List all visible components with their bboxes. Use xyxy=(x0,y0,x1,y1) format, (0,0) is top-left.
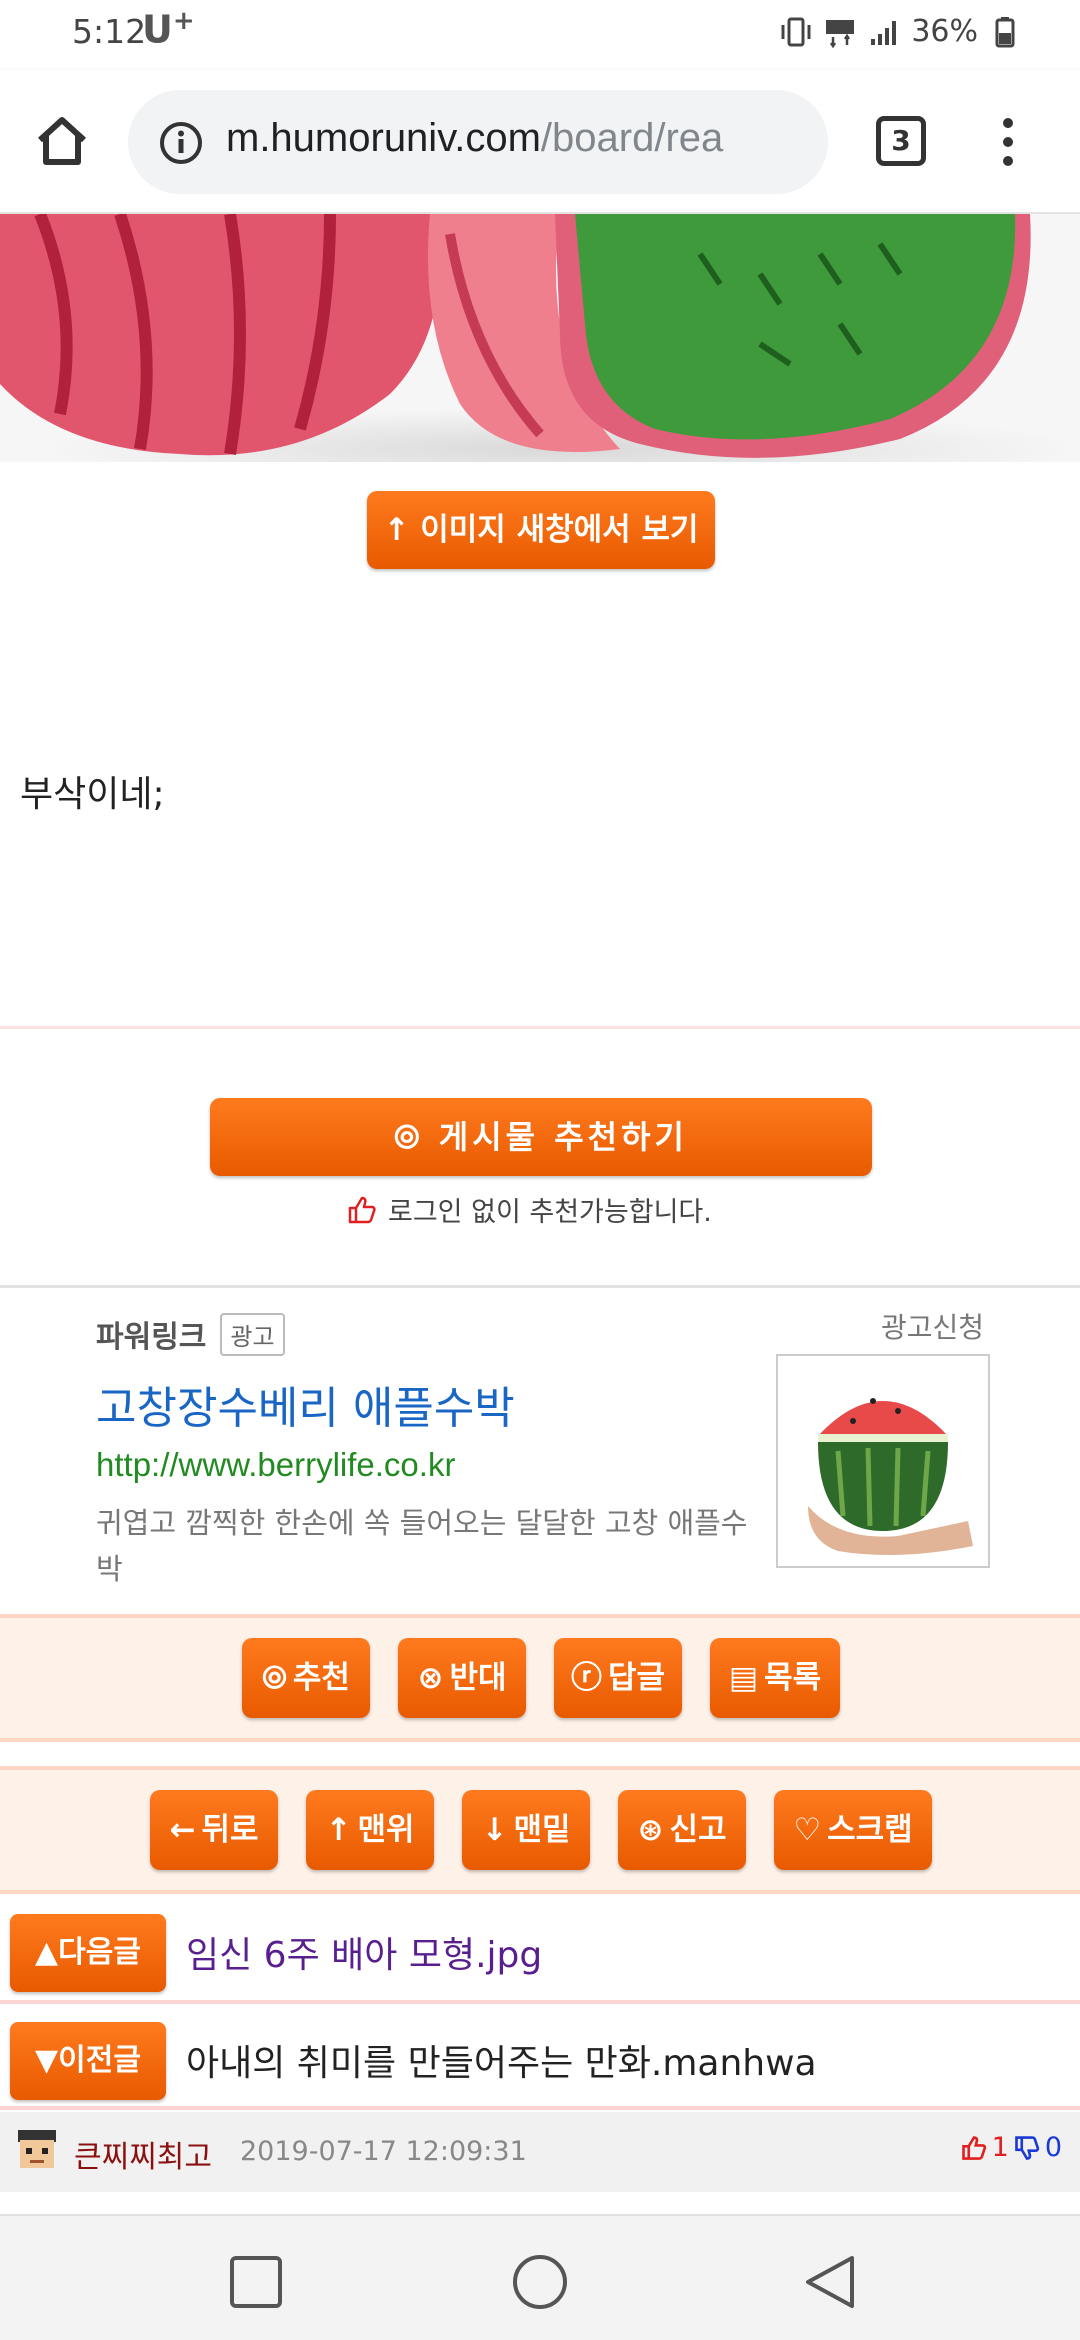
back-nav-icon[interactable] xyxy=(800,2252,860,2312)
ad-url-link[interactable]: http://www.berrylife.co.kr xyxy=(96,1446,455,1484)
thumbs-up-icon xyxy=(348,1196,376,1223)
recommend-button[interactable]: ⦾ 추천 xyxy=(242,1638,370,1718)
downvote-count: 0 xyxy=(1044,2132,1062,2163)
heart-icon: ♡ xyxy=(793,1812,822,1848)
scroll-bottom-button[interactable]: ↓ 맨밑 xyxy=(462,1790,590,1870)
status-icons: 36% xyxy=(779,14,1022,49)
lte-icon xyxy=(826,19,855,48)
navigation-action-bar: ← 뒤로 ↑ 맨위 ↓ 맨밑 ⊛ 신고 ♡ 스크랩 xyxy=(0,1766,1080,1894)
thumbs-down-icon[interactable] xyxy=(1013,2134,1041,2162)
ad-description: 귀엽고 깜찍한 한손에 쏙 들어오는 달달한 고창 애플수박 xyxy=(96,1506,748,1586)
home-icon[interactable] xyxy=(30,110,94,174)
signal-icon xyxy=(871,20,897,45)
comment-votes: 1 0 xyxy=(960,2132,1062,2163)
watermelon-hand-image xyxy=(808,1398,973,1555)
home-nav-icon[interactable] xyxy=(510,2252,570,2312)
recommend-circle-icon: ⦾ xyxy=(394,1118,439,1156)
recommend-note: 로그인 없이 추천가능합니다. xyxy=(346,1190,712,1229)
powerlink-label: 파워링크 광고 xyxy=(96,1312,285,1356)
avatar xyxy=(18,2130,56,2168)
back-button[interactable]: ← 뒤로 xyxy=(150,1790,278,1870)
vibrate-icon xyxy=(781,17,811,46)
post-body-text: 부삭이네; xyxy=(20,774,165,815)
list-button[interactable]: ▤ 목록 xyxy=(710,1638,840,1718)
reply-icon: ⓡ xyxy=(570,1660,602,1696)
comment-date: 2019-07-17 12:09:31 xyxy=(240,2136,527,2167)
divider xyxy=(0,2106,1080,2110)
list-icon: ▤ xyxy=(728,1660,759,1696)
recommend-post-button[interactable]: ⦾ 게시물 추천하기 xyxy=(210,1098,872,1176)
arrow-up-icon: ↑ xyxy=(325,1812,352,1848)
triangle-up-icon: ▲ xyxy=(35,1935,59,1970)
upvote-count: 1 xyxy=(991,2132,1009,2163)
carrier-label: U+ xyxy=(142,6,195,52)
next-post-row[interactable]: ▲다음글 임신 6주 배아 모형.jpg xyxy=(0,1896,1080,2000)
post-image[interactable] xyxy=(0,214,1080,462)
status-time: 5:12 xyxy=(72,12,147,51)
arrow-down-icon: ↓ xyxy=(481,1812,508,1848)
watermelon-illustration xyxy=(0,214,1080,462)
browser-toolbar: m.humoruniv.com/board/rea 3 xyxy=(0,70,1080,214)
comment-username[interactable]: 큰찌찌최고 xyxy=(74,2132,212,2176)
divider xyxy=(0,1026,1080,1029)
prev-post-tag[interactable]: ▼이전글 xyxy=(10,2022,166,2100)
battery-percent: 36% xyxy=(911,14,978,49)
report-button[interactable]: ⊛ 신고 xyxy=(618,1790,746,1870)
view-image-new-window-button[interactable]: ↑ 이미지 새창에서 보기 xyxy=(367,491,715,569)
post-action-bar: ⦾ 추천 ⊗ 반대 ⓡ 답글 ▤ 목록 xyxy=(0,1614,1080,1742)
battery-icon xyxy=(995,16,1015,47)
ad-title-link[interactable]: 고창장수베리 애플수박 xyxy=(96,1372,515,1436)
comment-row: 큰찌찌최고 2019-07-17 12:09:31 1 0 xyxy=(0,2112,1080,2192)
ad-request-link[interactable]: 광고신청 xyxy=(881,1306,984,1346)
system-nav-bar xyxy=(0,2214,1080,2340)
prev-post-row[interactable]: ▼이전글 아내의 취미를 만들어주는 만화.manhwa xyxy=(0,2004,1080,2108)
tab-switcher-button[interactable]: 3 xyxy=(876,116,926,166)
arrow-left-icon: ← xyxy=(169,1812,196,1848)
next-post-title[interactable]: 임신 6주 배아 모형.jpg xyxy=(186,1926,542,1978)
menu-icon[interactable] xyxy=(986,114,1030,174)
url-text[interactable]: m.humoruniv.com/board/rea xyxy=(226,116,806,161)
ad-divider xyxy=(0,1285,1080,1288)
prev-post-title[interactable]: 아내의 취미를 만들어주는 만화.manhwa xyxy=(186,2034,817,2086)
recents-icon[interactable] xyxy=(226,2252,286,2312)
reply-button[interactable]: ⓡ 답글 xyxy=(554,1638,682,1718)
thumbs-up-icon[interactable] xyxy=(960,2134,988,2162)
ad-badge: 광고 xyxy=(220,1312,285,1356)
scroll-top-button[interactable]: ↑ 맨위 xyxy=(306,1790,434,1870)
triangle-down-icon: ▼ xyxy=(35,2043,59,2078)
oppose-button[interactable]: ⊗ 반대 xyxy=(398,1638,526,1718)
ad-thumbnail[interactable] xyxy=(776,1354,990,1568)
oppose-icon: ⊗ xyxy=(417,1660,444,1696)
scrap-button[interactable]: ♡ 스크랩 xyxy=(774,1790,932,1870)
recommend-icon: ⦾ xyxy=(262,1660,287,1696)
info-icon[interactable] xyxy=(158,120,204,166)
report-icon: ⊛ xyxy=(637,1812,664,1848)
status-bar: 5:12 U+ 36% xyxy=(0,0,1080,70)
address-bar[interactable]: m.humoruniv.com/board/rea xyxy=(128,90,828,194)
next-post-tag[interactable]: ▲다음글 xyxy=(10,1914,166,1992)
